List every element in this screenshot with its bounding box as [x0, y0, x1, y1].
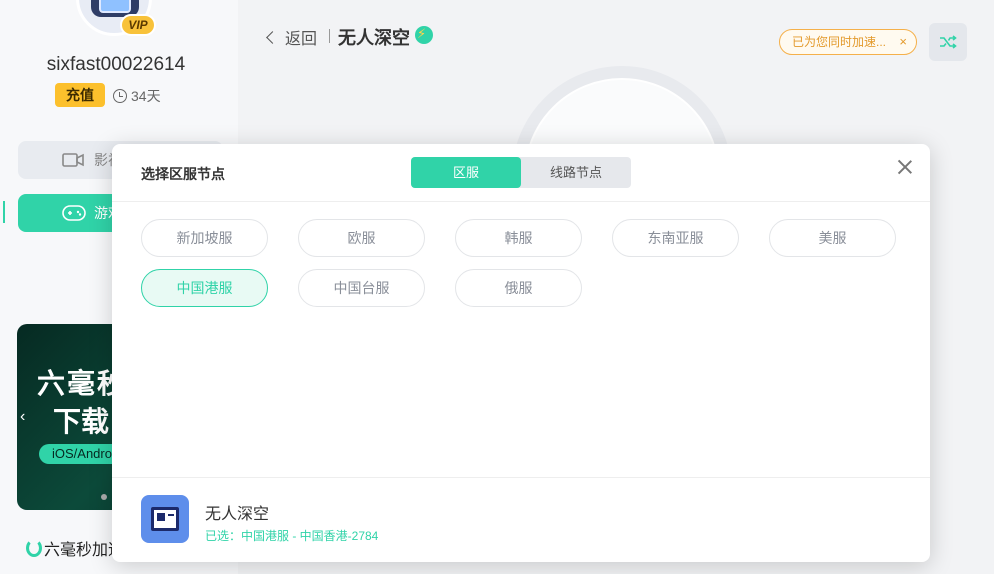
- notice-close-icon[interactable]: ×: [899, 30, 907, 54]
- footer-game-name: 无人深空: [205, 506, 270, 523]
- recharge-button[interactable]: 充值: [55, 83, 105, 107]
- clock-icon: [113, 89, 127, 103]
- chevron-left-icon: [266, 30, 279, 44]
- header-divider: [329, 29, 330, 43]
- username: sixfast00022614: [46, 54, 186, 75]
- region-option-selected[interactable]: 中国港服: [141, 269, 268, 307]
- days-left-text: 34天: [131, 88, 161, 104]
- notice-text: 已为您同时加速...: [792, 35, 887, 49]
- region-option[interactable]: 东南亚服: [612, 219, 739, 257]
- region-option[interactable]: 美服: [769, 219, 896, 257]
- region-option[interactable]: 韩服: [455, 219, 582, 257]
- news-icon: [151, 507, 179, 531]
- vip-badge: VIP: [120, 14, 156, 36]
- lightning-icon: [415, 26, 433, 44]
- gamepad-icon: [62, 205, 86, 221]
- selected-node-text: 已选：中国港服 - 中国香港-2784: [205, 529, 379, 543]
- modal-title: 选择区服节点: [141, 166, 225, 182]
- modal-divider: [112, 201, 930, 202]
- accelerating-notice: 已为您同时加速... ×: [779, 29, 917, 55]
- video-icon: [62, 153, 84, 167]
- tab-region[interactable]: 区服: [411, 157, 521, 188]
- brand-logo-icon: [26, 539, 42, 557]
- region-option[interactable]: 欧服: [298, 219, 425, 257]
- game-icon: [141, 495, 189, 543]
- membership-days: 34天: [113, 86, 161, 106]
- robot-screen: [99, 0, 131, 13]
- region-option[interactable]: 俄服: [455, 269, 582, 307]
- carousel-dot[interactable]: [101, 494, 107, 500]
- footer-divider: [112, 477, 930, 478]
- back-label: 返回: [285, 31, 318, 48]
- server-select-modal: 选择区服节点 区服 线路节点 新加坡服 欧服 韩服 东南亚服 美服 中国港服 中…: [112, 144, 930, 562]
- shuffle-button[interactable]: [929, 23, 967, 61]
- shuffle-icon: [940, 35, 957, 49]
- region-option[interactable]: 新加坡服: [141, 219, 268, 257]
- avatar[interactable]: VIP: [76, 0, 156, 36]
- modal-tabs: 区服 线路节点: [411, 157, 631, 188]
- active-indicator: [3, 201, 5, 223]
- close-icon[interactable]: [896, 158, 914, 176]
- page-title: 无人深空: [338, 28, 410, 48]
- tab-route-nodes[interactable]: 线路节点: [521, 157, 631, 188]
- banner-line2: 下载: [53, 406, 110, 437]
- back-button[interactable]: 返回: [266, 25, 318, 49]
- region-list: 新加坡服 欧服 韩服 东南亚服 美服 中国港服 中国台服 俄服: [141, 219, 911, 307]
- region-option[interactable]: 中国台服: [298, 269, 425, 307]
- chevron-left-icon[interactable]: ‹: [20, 408, 25, 426]
